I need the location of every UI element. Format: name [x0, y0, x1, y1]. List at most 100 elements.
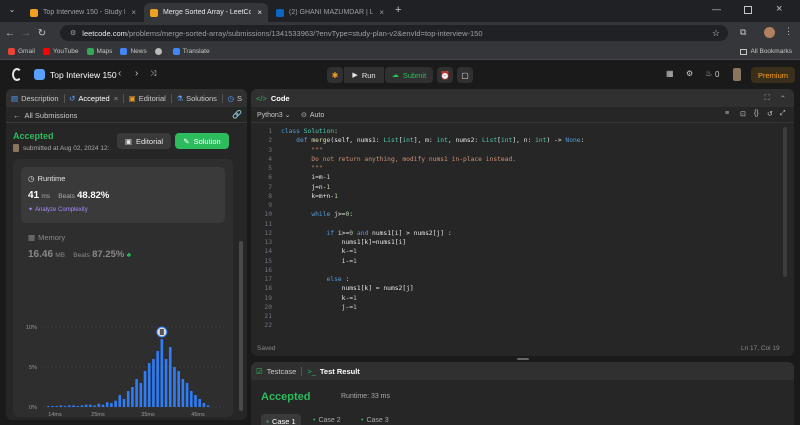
close-icon[interactable]: ×	[373, 8, 384, 17]
left-scrollbar[interactable]	[239, 241, 243, 411]
address-bar[interactable]: ⚙ leetcode.com/problems/merge-sorted-arr…	[60, 25, 728, 41]
flask-icon: ⚗	[176, 93, 184, 103]
new-tab-icon[interactable]: +	[395, 4, 401, 16]
reload-icon[interactable]: ↻	[34, 28, 50, 39]
submitter: submitted at Aug 02, 2024 12:	[13, 144, 109, 152]
close-icon[interactable]: ×	[251, 8, 262, 17]
code-brackets-icon: </>	[256, 93, 267, 103]
user-avatar[interactable]	[13, 144, 19, 152]
code-toolbar: Python3 ⌄ ⊙ Auto ≡ ⊡ {} ↺ ⤢	[251, 107, 794, 123]
back-icon[interactable]: ←	[2, 28, 18, 39]
leetcode-navbar: Top Interview 150 ‹ › ⤨ ✱ ▶ Run ☁ Submit ⏰…	[0, 61, 800, 88]
all-bookmarks[interactable]: All Bookmarks	[740, 48, 792, 55]
shuffle-icon[interactable]: ⤨	[150, 69, 156, 79]
tab-label: Accepted	[78, 93, 110, 103]
bookmark-news[interactable]: News	[120, 48, 147, 55]
tab-testcase[interactable]: ☑ Testcase	[251, 362, 301, 380]
x-tick-label: 25ms	[91, 412, 105, 417]
close-icon[interactable]: ×	[125, 8, 136, 17]
tab-editorial[interactable]: ▣ Editorial	[124, 89, 171, 107]
fullscreen-icon[interactable]: ⛶	[764, 93, 769, 103]
profile-avatar[interactable]	[764, 27, 775, 38]
memory-header: ▦ Memory	[28, 233, 65, 242]
settings-icon[interactable]: ⚙	[686, 69, 693, 78]
auto-toggle[interactable]: ⊙ Auto	[301, 111, 324, 119]
solution-button[interactable]: ✎ Solution	[175, 133, 229, 149]
premium-button[interactable]: Premium	[751, 67, 795, 83]
all-submissions-link[interactable]: ← All Submissions	[13, 111, 77, 120]
next-problem-icon[interactable]: ›	[135, 68, 138, 79]
prev-problem-icon[interactable]: ‹	[118, 68, 121, 79]
maximize-icon[interactable]	[744, 6, 752, 14]
case-3-tab[interactable]: • Case 3	[361, 417, 389, 424]
editor-scrollbar[interactable]	[783, 127, 787, 277]
tab-submissions[interactable]: ◷ S	[222, 89, 247, 107]
braces-icon[interactable]: {}	[754, 110, 759, 117]
panel-resize-handle[interactable]	[517, 358, 529, 360]
tab-solutions[interactable]: ⚗ Solutions	[171, 89, 222, 107]
case-1-tab[interactable]: • Case 1	[261, 414, 301, 425]
bookmark-translate[interactable]: Translate	[172, 48, 210, 55]
bookmark-youtube[interactable]: YouTube	[42, 48, 79, 55]
case-2-tab[interactable]: • Case 2	[313, 417, 341, 424]
histogram-bar	[122, 399, 126, 407]
expand-icon[interactable]: ⤢	[780, 110, 786, 118]
tab-test-result[interactable]: >_ Test Result	[302, 362, 364, 380]
code-editor[interactable]: class Solution: def merge(self, nums1: L…	[281, 127, 781, 317]
fire-icon[interactable]: ♨	[705, 69, 712, 78]
tab-title: Top Interview 150 - Study Plan -	[43, 9, 125, 16]
bookmark-gmail[interactable]: Gmail	[8, 48, 35, 55]
tab-accepted[interactable]: ↺ Accepted ×	[64, 89, 123, 107]
histogram-bar	[194, 395, 197, 407]
minimize-icon[interactable]: —	[712, 4, 721, 14]
memory-value-row: 16.46 MB Beats 87.25% ♣	[28, 249, 131, 260]
language-select[interactable]: Python3 ⌄	[257, 111, 291, 119]
bookmark-maps[interactable]: Maps	[86, 48, 112, 55]
window-close-icon[interactable]: ×	[776, 3, 782, 15]
runtime-distribution-chart[interactable]: 10%5%0% 14ms25ms35ms45ms 14ms25ms35ms45m…	[13, 279, 233, 417]
format-icon[interactable]: ≡	[725, 110, 729, 117]
browser-tab-merge-sorted-array[interactable]: Merge Sorted Array - LeetCode ×	[144, 3, 268, 22]
close-icon[interactable]: ×	[114, 94, 118, 103]
code-panel-header: </> Code ⛶ ⌃	[251, 89, 794, 107]
timer-button[interactable]: ⏰	[437, 67, 453, 83]
browser-tab-study-plan[interactable]: Top Interview 150 - Study Plan - ×	[24, 3, 142, 22]
run-button[interactable]: ▶ Run	[344, 67, 384, 83]
layout-icon[interactable]: ▦	[666, 69, 674, 78]
browser-tab-linkedin[interactable]: (2) GHANI MAZUMDAR | Linkedi ×	[270, 3, 390, 22]
notes-button[interactable]: ▢	[457, 67, 473, 83]
user-avatar[interactable]	[733, 68, 741, 81]
histogram-bar	[131, 387, 134, 407]
analyze-complexity-link[interactable]: ✦ Analyze Complexity	[28, 206, 88, 213]
y-tick-label: 5%	[29, 365, 37, 371]
site-info-icon[interactable]: ⚙	[70, 29, 76, 37]
forward-icon[interactable]: →	[18, 28, 34, 39]
tab-description[interactable]: ▤ Description	[6, 89, 64, 107]
y-tick-label: 10%	[26, 325, 37, 331]
reset-icon[interactable]: ↺	[767, 110, 773, 118]
tab-label: Description	[21, 93, 59, 103]
bookmark-icon[interactable]: ⊡	[740, 110, 746, 118]
list-title[interactable]: Top Interview 150	[50, 70, 117, 80]
memory-box[interactable]: ▦ Memory 16.46 MB Beats 87.25% ♣	[21, 231, 225, 271]
submit-button[interactable]: ☁ Submit	[385, 67, 433, 83]
case-label: Case 2	[318, 417, 341, 424]
editorial-button[interactable]: ▣ Editorial	[117, 133, 171, 149]
test-runtime: Runtime: 33 ms	[341, 393, 391, 400]
bookmark-globe[interactable]	[154, 48, 165, 55]
menu-icon[interactable]: ⋮	[784, 26, 793, 37]
debug-button[interactable]: ✱	[327, 67, 343, 83]
link-icon[interactable]: 🔗	[232, 110, 242, 119]
leetcode-logo-icon[interactable]	[12, 68, 22, 81]
study-plan-icon	[34, 69, 45, 80]
book-icon: ▣	[124, 136, 132, 146]
extensions-icon[interactable]: ⧉	[740, 27, 746, 38]
runtime-value-row: 41 ms Beats 48.82%	[28, 190, 109, 201]
tab-search-icon[interactable]: ⌄	[6, 5, 18, 17]
cloud-upload-icon: ☁	[391, 72, 399, 79]
runtime-box[interactable]: ◷ Runtime 41 ms Beats 48.82% ✦ Analyze Com…	[21, 167, 225, 223]
collapse-icon[interactable]: ⌃	[780, 94, 786, 103]
tab-label: Test Result	[319, 366, 360, 376]
bookmark-star-icon[interactable]: ☆	[712, 28, 720, 39]
chip-icon: ▦	[28, 233, 36, 242]
